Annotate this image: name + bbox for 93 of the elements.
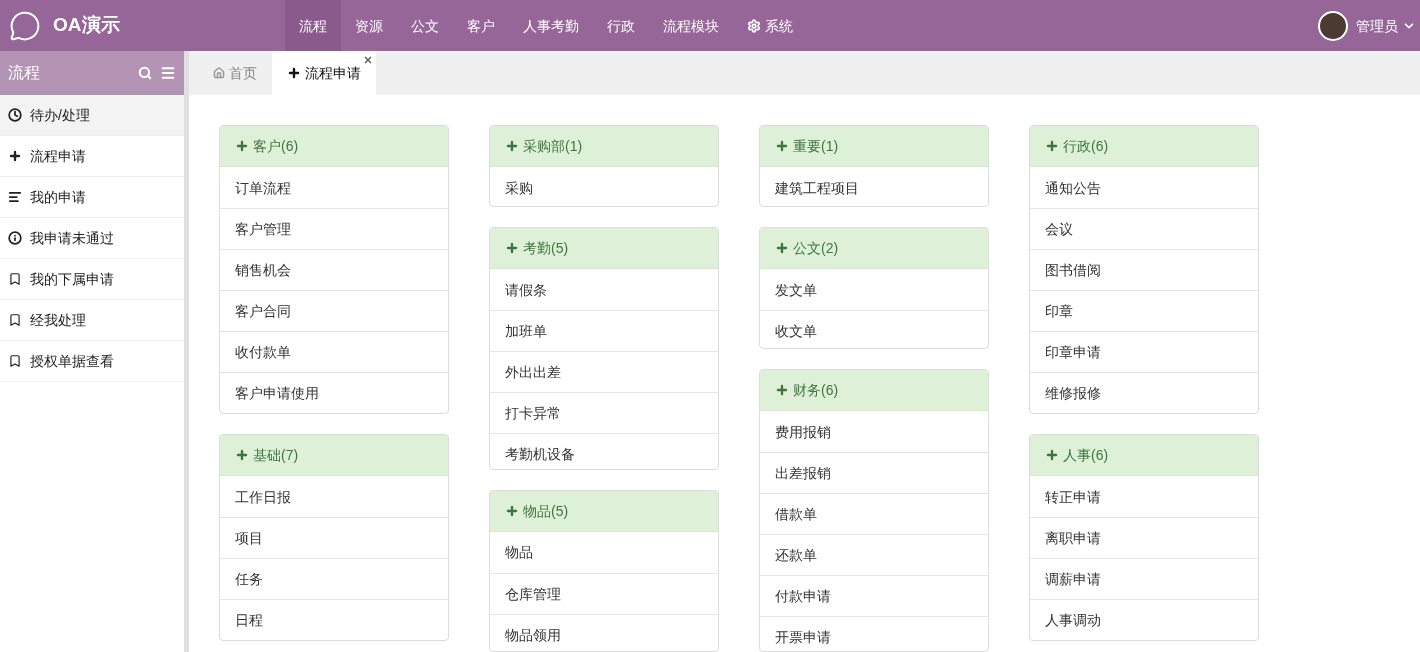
nav-tab[interactable]: 系统 <box>733 0 807 51</box>
panel-title: 物品(5) <box>523 501 569 521</box>
plus-icon <box>235 139 249 153</box>
process-link[interactable]: 印章申请 <box>1030 331 1258 372</box>
bookmark-icon <box>8 313 22 327</box>
panel-title: 重要(1) <box>793 137 839 156</box>
plus-icon <box>775 241 789 256</box>
panel-title: 公文(2) <box>793 239 839 259</box>
nav-tab[interactable]: 流程模块 <box>649 0 733 51</box>
process-link[interactable]: 客户合同 <box>220 290 448 331</box>
plus-icon <box>1045 139 1059 153</box>
plus-icon <box>235 448 249 462</box>
process-link[interactable]: 订单流程 <box>220 167 448 208</box>
plus-icon <box>775 139 789 153</box>
avatar <box>1318 10 1348 41</box>
process-link[interactable]: 工作日报 <box>220 476 448 517</box>
panel-title: 行政(6) <box>1063 137 1109 156</box>
plus-icon <box>287 66 301 80</box>
page-tab[interactable]: 流程申请 <box>272 51 376 95</box>
process-link[interactable]: 收文单 <box>760 310 988 349</box>
process-link[interactable]: 转正申请 <box>1030 476 1258 517</box>
list-icon <box>8 190 22 204</box>
nav-tab[interactable]: 公文 <box>397 0 453 51</box>
process-link[interactable]: 项目 <box>220 517 448 558</box>
process-link[interactable]: 借款单 <box>760 493 988 535</box>
process-link[interactable]: 维修报修 <box>1030 372 1258 413</box>
app-title: OA演示 <box>53 13 120 38</box>
process-link[interactable]: 会议 <box>1030 208 1258 249</box>
process-link[interactable]: 客户管理 <box>220 208 448 249</box>
process-link[interactable]: 通知公告 <box>1030 167 1258 208</box>
process-link[interactable]: 收付款单 <box>220 331 448 372</box>
process-link[interactable]: 客户申请使用 <box>220 372 448 413</box>
plus-icon <box>1045 448 1059 462</box>
sidebar-label: 流程申请 <box>30 147 86 166</box>
process-link[interactable]: 付款申请 <box>760 575 988 617</box>
user-menu[interactable]: 管理员 <box>1356 15 1416 36</box>
menu-icon[interactable] <box>160 65 176 81</box>
process-link[interactable]: 还款单 <box>760 534 988 576</box>
panel-title: 采购部(1) <box>523 137 583 156</box>
panel-title: 人事(6) <box>1063 446 1109 465</box>
process-link[interactable]: 印章 <box>1030 290 1258 331</box>
sidebar-label: 授权单据查看 <box>30 352 114 371</box>
nav-tab[interactable]: 人事考勤 <box>509 0 593 51</box>
sidebar-title: 流程 <box>8 63 40 83</box>
process-link[interactable]: 任务 <box>220 558 448 599</box>
process-link[interactable]: 仓库管理 <box>490 572 718 614</box>
info-icon <box>8 231 22 245</box>
process-link[interactable]: 打卡异常 <box>490 392 718 434</box>
sidebar-label: 我的下属申请 <box>30 270 114 289</box>
sidebar-label: 我申请未通过 <box>30 229 114 248</box>
process-link[interactable]: 采购 <box>490 167 718 207</box>
nav-tab[interactable]: 资源 <box>341 0 397 51</box>
sidebar-label: 待办/处理 <box>30 106 90 125</box>
process-link[interactable]: 日程 <box>220 599 448 640</box>
home-icon <box>213 67 225 79</box>
process-link[interactable]: 图书借阅 <box>1030 249 1258 290</box>
process-link[interactable]: 建筑工程项目 <box>760 167 988 207</box>
sidebar-item[interactable]: 待办/处理 <box>0 95 184 136</box>
process-link[interactable]: 销售机会 <box>220 249 448 290</box>
process-link[interactable]: 物品领用 <box>490 613 718 651</box>
settings-icon <box>747 18 761 33</box>
plus-icon <box>775 383 789 398</box>
nav-tab[interactable]: 行政 <box>593 0 649 51</box>
sidebar-label: 经我处理 <box>30 311 86 330</box>
search-icon[interactable] <box>138 66 152 80</box>
process-link[interactable]: 加班单 <box>490 310 718 352</box>
plus-icon <box>505 503 519 518</box>
process-link[interactable]: 发文单 <box>760 269 988 311</box>
process-link[interactable]: 请假条 <box>490 269 718 311</box>
bookmark-icon <box>8 354 22 368</box>
panel-title: 考勤(5) <box>523 239 569 259</box>
plus-icon <box>505 139 519 153</box>
process-link[interactable]: 考勤机设备 <box>490 433 718 469</box>
process-link[interactable]: 出差报销 <box>760 452 988 494</box>
panel-title: 基础(7) <box>253 446 299 465</box>
process-link[interactable]: 费用报销 <box>760 411 988 453</box>
chat-logo-icon <box>9 9 41 42</box>
panel-title: 财务(6) <box>793 381 839 401</box>
nav-tab[interactable]: 客户 <box>453 0 509 51</box>
plus-icon <box>8 149 22 163</box>
close-icon[interactable] <box>363 55 373 65</box>
sidebar-label: 我的申请 <box>30 188 86 207</box>
bookmark-icon <box>8 272 22 286</box>
process-link[interactable]: 离职申请 <box>1030 517 1258 558</box>
process-link[interactable]: 人事调动 <box>1030 599 1258 640</box>
clock-icon <box>8 108 22 122</box>
panel-title: 客户(6) <box>253 137 299 156</box>
process-link[interactable]: 调薪申请 <box>1030 558 1258 599</box>
process-link[interactable]: 外出出差 <box>490 351 718 393</box>
process-link[interactable]: 物品 <box>490 531 718 573</box>
process-link[interactable]: 开票申请 <box>760 616 988 651</box>
plus-icon <box>505 241 519 256</box>
nav-tab[interactable]: 流程 <box>285 0 341 51</box>
